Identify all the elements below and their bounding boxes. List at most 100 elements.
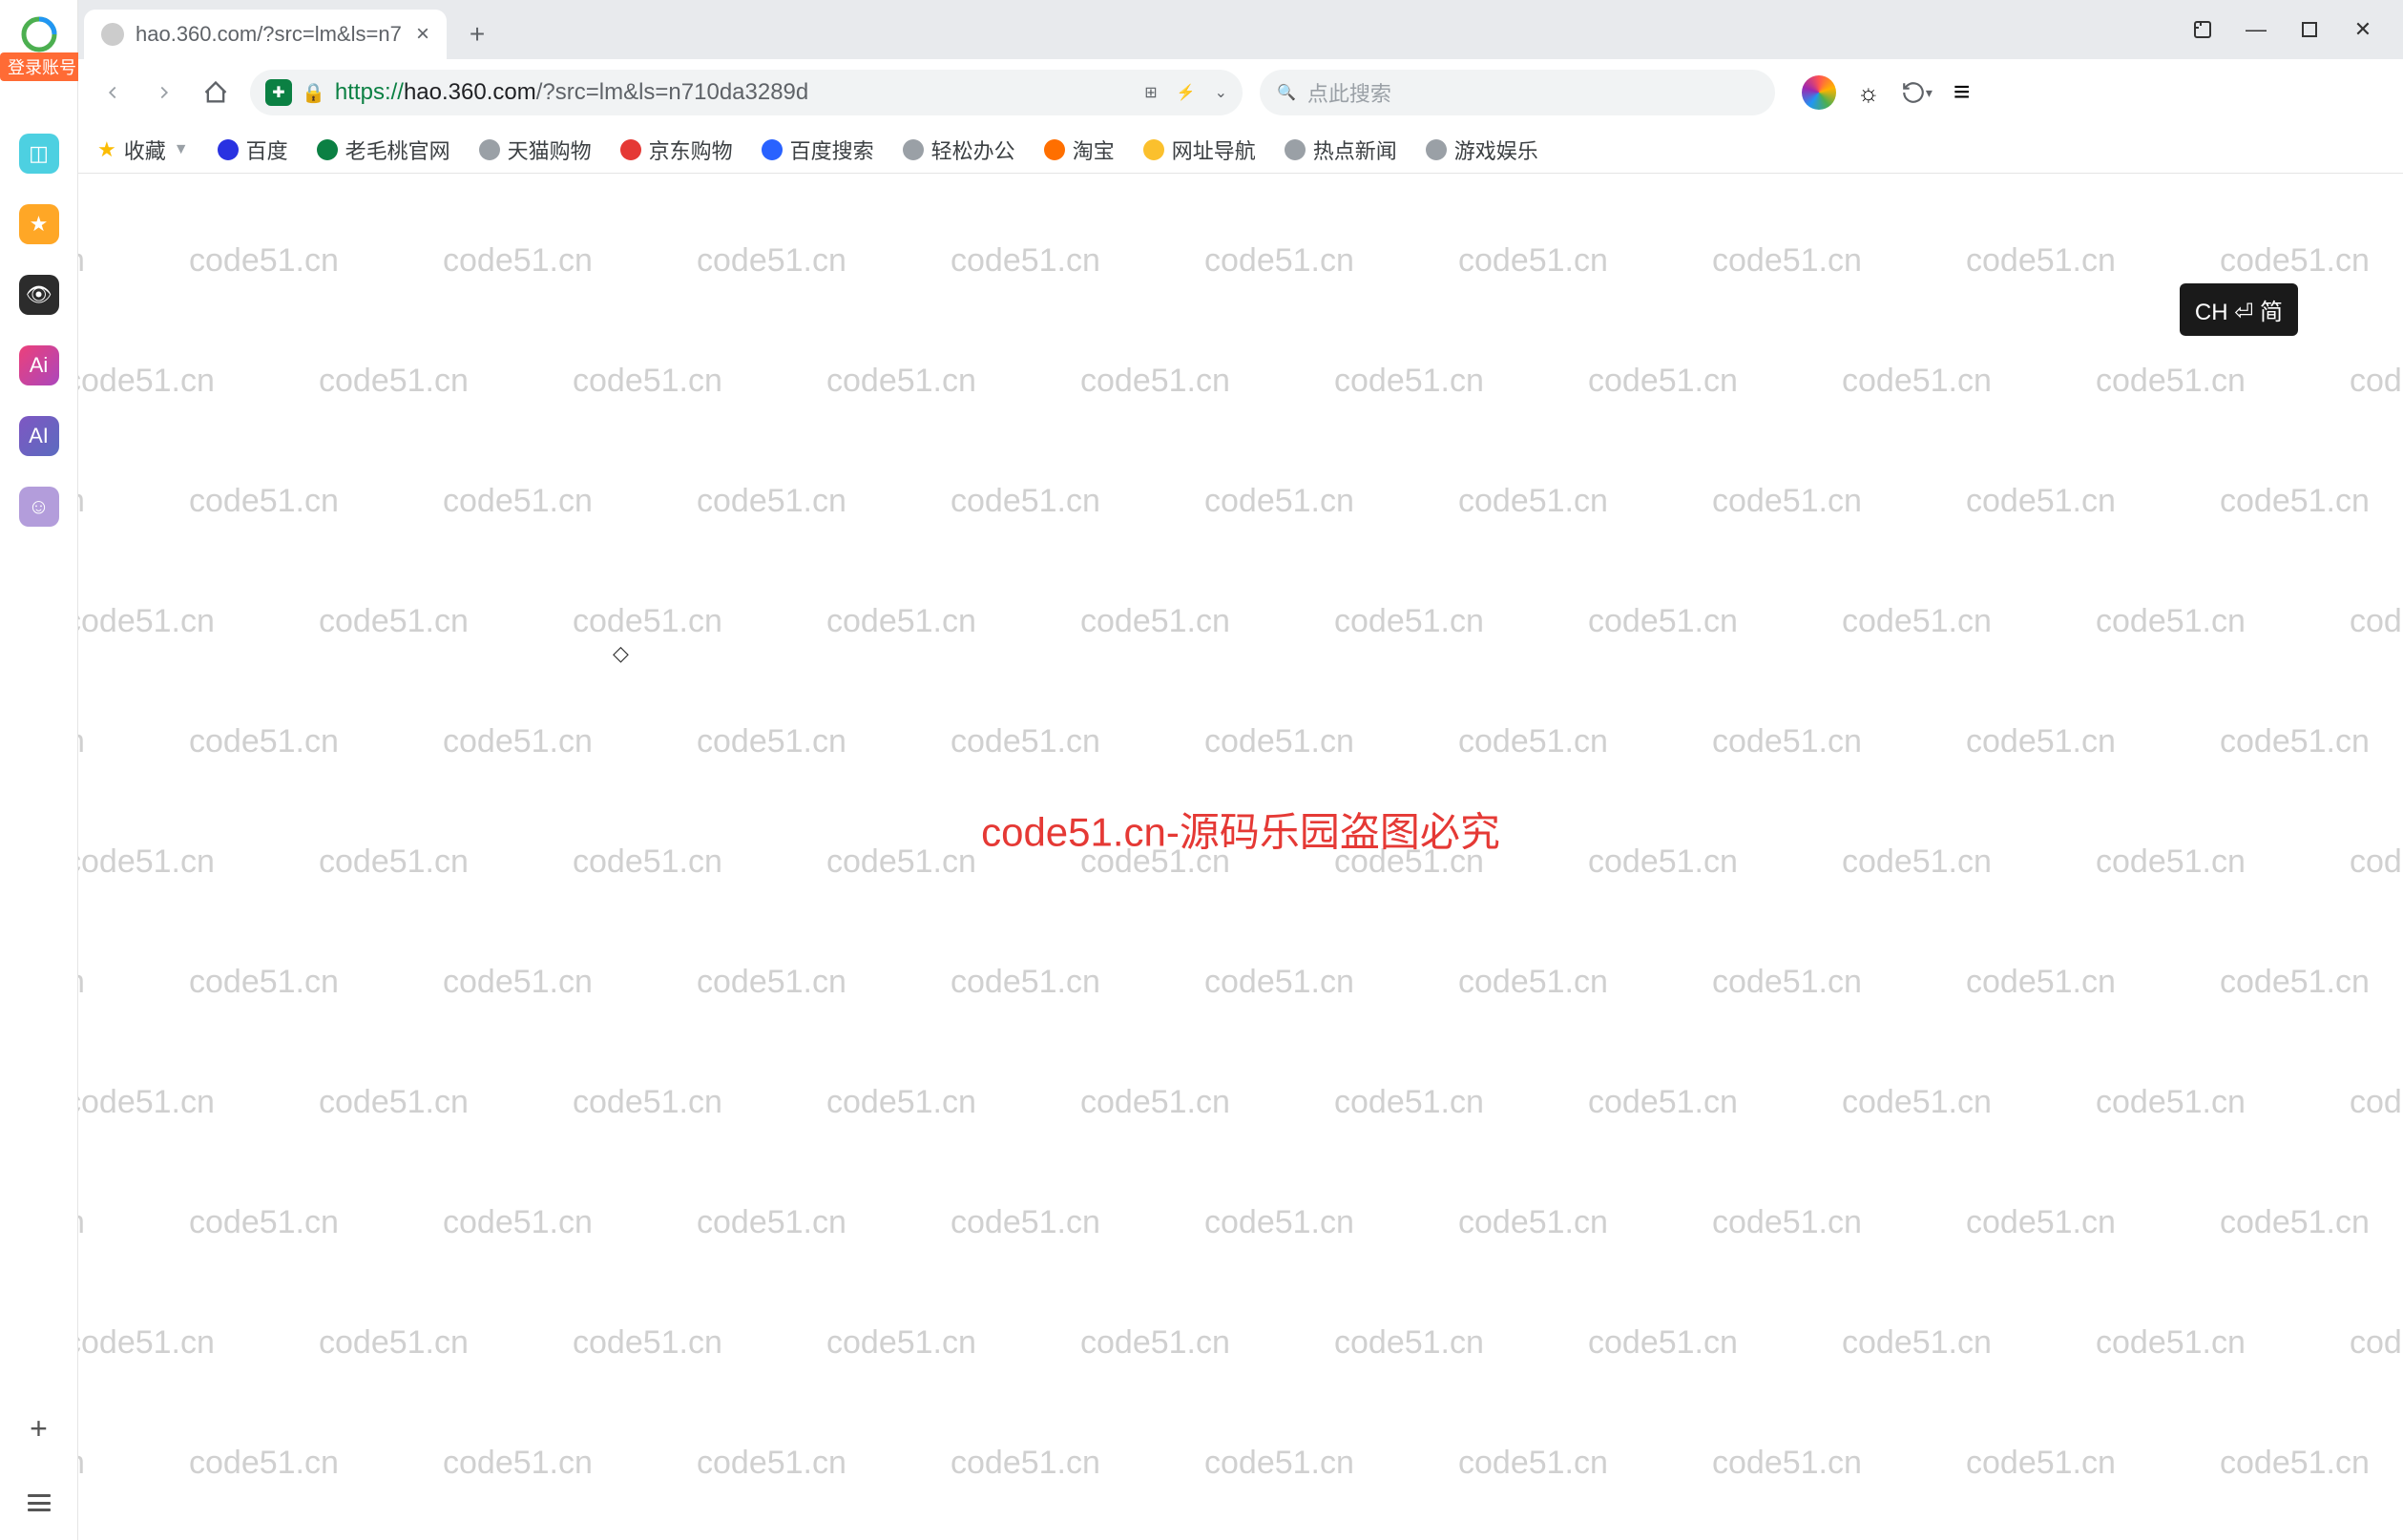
close-button[interactable]: ✕	[2350, 16, 2376, 43]
watermark-text: code51.cn	[78, 1324, 215, 1362]
new-tab-button[interactable]: +	[458, 15, 496, 53]
bookmark-label: 网址导航	[1172, 135, 1256, 165]
watermark-text: code51.cn	[78, 843, 215, 881]
watermark-text: code51.cn	[697, 723, 846, 760]
watermark-text: code51.cn	[2096, 363, 2246, 400]
brightness-icon[interactable]: ☼	[1857, 78, 1880, 108]
sidebar-ai2-icon[interactable]: AI	[19, 416, 59, 456]
watermark-text: code51.cn	[826, 363, 976, 400]
watermark-text: code51.cn	[2220, 964, 2370, 1001]
browser-tab[interactable]: hao.360.com/?src=lm&ls=n7 ×	[84, 10, 447, 59]
sidebar-bottom: +	[0, 1411, 77, 1511]
refresh-button[interactable]: ▾	[1901, 80, 1933, 105]
center-warning-text: code51.cn-源码乐园盗图必究	[981, 801, 1500, 859]
site-icon	[1044, 139, 1065, 160]
watermark-text: code51.cn	[1458, 242, 1608, 280]
watermark-text: code51.cn	[1080, 603, 1230, 640]
ime-badge[interactable]: CH ⏎ 简	[2180, 283, 2298, 336]
forward-button[interactable]	[147, 75, 181, 110]
favorites-label: 收藏	[124, 135, 166, 165]
dropdown-icon[interactable]: ⌄	[1215, 83, 1227, 102]
watermark-text: code51.cn	[2220, 483, 2370, 520]
address-bar[interactable]: ✚ 🔒 https://hao.360.com/?src=lm&ls=n710d…	[250, 70, 1243, 115]
watermark-text: code51.cn	[697, 1445, 846, 1482]
site-icon	[620, 139, 641, 160]
watermark-text: code51.cn	[2220, 723, 2370, 760]
favorites-button[interactable]: ★ 收藏 ▼	[97, 135, 189, 165]
watermark-text: code51.cn	[1966, 1445, 2116, 1482]
watermark-text: code51.cn	[1458, 1204, 1608, 1241]
star-icon: ★	[97, 137, 116, 162]
watermark-text: code51.cn	[443, 723, 593, 760]
watermark-text: code51.cn	[2350, 1084, 2403, 1121]
browser-logo[interactable]	[16, 11, 62, 57]
sidebar-list-button[interactable]	[28, 1494, 51, 1511]
watermark-text: code51.cn	[951, 1204, 1100, 1241]
watermark-text: code51.cn	[443, 242, 593, 280]
sidebar-ai-icon[interactable]: Ai	[19, 345, 59, 385]
watermark-text: code51.cn	[951, 723, 1100, 760]
watermark-text: code51.cn	[1458, 964, 1608, 1001]
watermark-text: code51.cn	[1588, 843, 1738, 881]
watermark-text: code51.cn	[1334, 363, 1484, 400]
search-box[interactable]: 🔍 点此搜索	[1260, 70, 1775, 115]
watermark-text: code51.cn	[2350, 603, 2403, 640]
url-text: https://hao.360.com/?src=lm&ls=n710da328…	[335, 79, 808, 106]
watermark-text: code51.cn	[1204, 1204, 1354, 1241]
watermark-text: code51.cn	[2220, 1204, 2370, 1241]
menu-button[interactable]: ≡	[1954, 76, 1971, 109]
bookmark-tmall[interactable]: 天猫购物	[479, 135, 592, 165]
bookmark-baidu-search[interactable]: 百度搜索	[762, 135, 874, 165]
bookmark-label: 游戏娱乐	[1454, 135, 1538, 165]
bolt-icon[interactable]: ⚡	[1177, 83, 1196, 102]
bookmark-laomaotao[interactable]: 老毛桃官网	[317, 135, 450, 165]
watermark-text: code51.cn	[1842, 603, 1992, 640]
sidebar-star-icon[interactable]: ★	[19, 204, 59, 244]
watermark-text: code51.cn	[1966, 242, 2116, 280]
login-badge[interactable]: 登录账号	[0, 52, 84, 81]
bookmark-nav[interactable]: 网址导航	[1143, 135, 1256, 165]
watermark-text: code51.cn	[1588, 363, 1738, 400]
sidebar-icons: ◫ ★ 👁 Ai AI ☺	[19, 134, 59, 527]
sidebar-add-button[interactable]: +	[30, 1411, 48, 1446]
sidebar-app-icon[interactable]: ◫	[19, 134, 59, 174]
watermark-text: code51.cn	[826, 1084, 976, 1121]
bookmark-label: 轻松办公	[931, 135, 1015, 165]
extension-button[interactable]	[2189, 16, 2216, 43]
minimize-button[interactable]: —	[2243, 16, 2269, 43]
bookmark-news[interactable]: 热点新闻	[1285, 135, 1397, 165]
watermark-text: code51.cn	[189, 723, 339, 760]
bookmark-jd[interactable]: 京东购物	[620, 135, 733, 165]
watermark-text: code51.cn	[1458, 483, 1608, 520]
theme-icon[interactable]	[1802, 75, 1836, 110]
bookmark-game[interactable]: 游戏娱乐	[1426, 135, 1538, 165]
back-button[interactable]	[95, 75, 130, 110]
watermark-text: code51.cn	[826, 1324, 976, 1362]
bookmark-label: 老毛桃官网	[345, 135, 450, 165]
watermark-text: code51.cn	[573, 363, 722, 400]
watermark-text: code51.cn	[1204, 1445, 1354, 1482]
watermark-text: code51.cn	[189, 483, 339, 520]
maximize-button[interactable]	[2296, 16, 2323, 43]
bookmark-taobao[interactable]: 淘宝	[1044, 135, 1115, 165]
address-right-icons: ⊞ ⚡ ⌄	[1144, 83, 1227, 102]
watermark-text: code51.cn	[1080, 1324, 1230, 1362]
watermark-text: code51.cn	[78, 1084, 215, 1121]
site-icon	[762, 139, 783, 160]
bookmark-baidu[interactable]: 百度	[218, 135, 288, 165]
sidebar-face-icon[interactable]: ☺	[19, 487, 59, 527]
qr-icon[interactable]: ⊞	[1144, 83, 1157, 102]
watermark-text: code51.cn	[1204, 723, 1354, 760]
watermark-text: code51.cn	[951, 964, 1100, 1001]
site-icon	[479, 139, 500, 160]
bookmark-label: 京东购物	[649, 135, 733, 165]
home-button[interactable]	[199, 75, 233, 110]
tab-close-button[interactable]: ×	[416, 21, 429, 48]
window-controls: — ✕	[2189, 0, 2403, 59]
sidebar-chat-icon[interactable]: 👁	[19, 275, 59, 315]
watermark-text: code51.cn	[78, 242, 85, 280]
watermark-text: code51.cn	[1204, 242, 1354, 280]
bookmark-office[interactable]: 轻松办公	[903, 135, 1015, 165]
watermark-text: code51.cn	[2096, 1324, 2246, 1362]
watermark-text: code51.cn	[2220, 1445, 2370, 1482]
